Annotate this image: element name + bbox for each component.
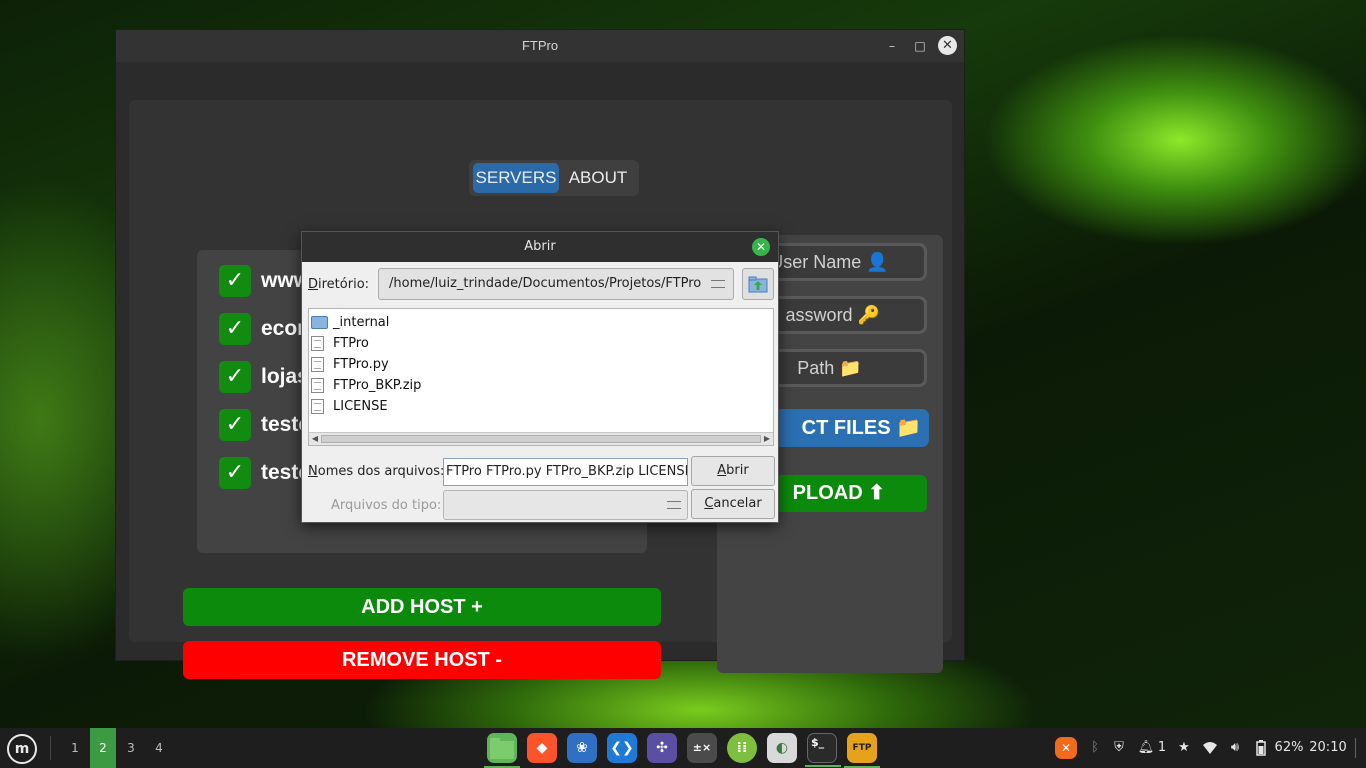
file-list-item[interactable]: LICENSE xyxy=(311,396,611,417)
calculator-icon[interactable]: ±× xyxy=(687,733,717,763)
vscode-icon[interactable]: ❮❯ xyxy=(607,733,637,763)
window-titlebar[interactable]: FTPro – □ ✕ xyxy=(116,30,964,62)
directory-combo[interactable]: /home/luiz_trindade/Documentos/Projetos/… xyxy=(378,268,734,300)
file-list-item[interactable]: FTPro_BKP.zip xyxy=(311,375,611,396)
folder-icon xyxy=(311,316,328,329)
scroll-left-icon[interactable]: ◀ xyxy=(310,434,320,444)
remove-host-button[interactable]: REMOVE HOST - xyxy=(183,641,661,679)
file-type-label: Arquivos do tipo: xyxy=(331,498,442,513)
file-name: LICENSE xyxy=(333,399,388,414)
brave-icon[interactable]: ◆ xyxy=(527,733,557,763)
file-list-item[interactable]: FTPro xyxy=(311,333,611,354)
workspace-2[interactable]: 2 xyxy=(90,728,116,768)
host-checkbox[interactable]: ✓ xyxy=(219,265,251,297)
grid-app-icon[interactable]: ⁞⁞ xyxy=(727,733,757,763)
clock[interactable]: 20:10 xyxy=(1308,728,1348,768)
parent-directory-button[interactable] xyxy=(742,268,774,300)
horizontal-scrollbar[interactable]: ◀ ▶ xyxy=(309,432,773,445)
bluetooth-icon[interactable]: ᛒ xyxy=(1085,728,1105,768)
open-file-dialog: Abrir ✕ Diretório: /home/luiz_trindade/D… xyxy=(301,231,779,523)
battery-icon[interactable] xyxy=(1253,728,1269,768)
directory-label: Diretório: xyxy=(308,277,370,292)
minimize-button[interactable]: – xyxy=(882,36,902,56)
volume-icon[interactable]: 🔊︎ xyxy=(1225,728,1245,768)
file-list-item[interactable]: FTPro.py xyxy=(311,354,611,375)
file-name: FTPro.py xyxy=(333,357,389,372)
file-type-combo[interactable] xyxy=(443,490,688,520)
window-title: FTPro xyxy=(521,38,559,53)
directory-path: /home/luiz_trindade/Documentos/Projetos/… xyxy=(389,276,702,291)
host-checkbox[interactable]: ✓ xyxy=(219,457,251,489)
open-button[interactable]: Abrir xyxy=(691,456,775,486)
file-icon xyxy=(311,336,324,351)
workspace-3[interactable]: 3 xyxy=(118,728,144,768)
shield-icon[interactable]: ⛨ xyxy=(1109,728,1129,768)
host-checkbox[interactable]: ✓ xyxy=(219,361,251,393)
cancel-button[interactable]: Cancelar xyxy=(691,489,775,519)
file-list: _internal FTPro FTPro.py FTPro_BKP.zip L… xyxy=(308,308,774,446)
wifi-icon[interactable] xyxy=(1200,728,1220,768)
workspace-4[interactable]: 4 xyxy=(146,728,172,768)
battery-percent: 62% xyxy=(1274,740,1304,755)
file-names-input[interactable]: FTPro FTPro.py FTPro_BKP.zip LICENSE xyxy=(443,458,688,486)
file-list-item[interactable]: _internal xyxy=(311,312,611,333)
tab-about[interactable]: ABOUT xyxy=(561,163,635,193)
host-checkbox[interactable]: ✓ xyxy=(219,409,251,441)
show-desktop-button[interactable] xyxy=(1355,738,1359,758)
star-icon[interactable]: ★ xyxy=(1174,728,1194,768)
dialog-close-button[interactable]: ✕ xyxy=(752,238,770,256)
file-name: FTPro xyxy=(333,336,369,351)
paw-icon[interactable]: ❀ xyxy=(567,733,597,763)
combo-handle-icon xyxy=(711,280,725,288)
ftp-app-icon[interactable]: FTP xyxy=(844,733,880,768)
tab-servers[interactable]: SERVERS xyxy=(473,163,559,193)
tab-bar: SERVERS ABOUT xyxy=(469,160,639,196)
file-name: FTPro_BKP.zip xyxy=(333,378,422,393)
taskbar-separator xyxy=(50,736,51,760)
scroll-right-icon[interactable]: ▶ xyxy=(762,434,772,444)
add-host-button[interactable]: ADD HOST + xyxy=(183,588,661,626)
file-names-label: Nomes dos arquivos: xyxy=(308,464,445,479)
file-icon xyxy=(311,357,324,372)
xampp-icon[interactable]: ✕ xyxy=(1055,737,1077,759)
network-icon[interactable]: ✣ xyxy=(647,733,677,763)
dialog-titlebar[interactable]: Abrir ✕ xyxy=(302,232,778,262)
close-button[interactable]: ✕ xyxy=(938,36,957,55)
terminal-icon[interactable]: $_ xyxy=(805,733,841,767)
file-icon xyxy=(311,378,324,393)
scrollbar-thumb[interactable] xyxy=(321,435,761,443)
toggle-settings-icon[interactable]: ◐ xyxy=(767,733,797,763)
notifications-icon[interactable]: 🔔︎ xyxy=(1136,728,1156,768)
combo-handle-icon xyxy=(667,501,681,509)
mint-menu-icon[interactable]: m xyxy=(7,734,37,764)
file-name: _internal xyxy=(333,315,390,330)
taskbar: m 1 2 3 4 ◆ ❀ ❮❯ ✣ ±× ⁞⁞ ◐ $_ FTP ✕ ᛒ ⛨ … xyxy=(0,728,1366,768)
folder-up-icon xyxy=(748,276,768,293)
file-icon xyxy=(311,399,324,414)
workspace-1[interactable]: 1 xyxy=(62,728,88,768)
notification-count: 1 xyxy=(1157,740,1167,755)
dialog-title: Abrir xyxy=(524,239,556,254)
host-checkbox[interactable]: ✓ xyxy=(219,313,251,345)
files-icon[interactable] xyxy=(484,733,520,768)
maximize-button[interactable]: □ xyxy=(910,36,930,56)
